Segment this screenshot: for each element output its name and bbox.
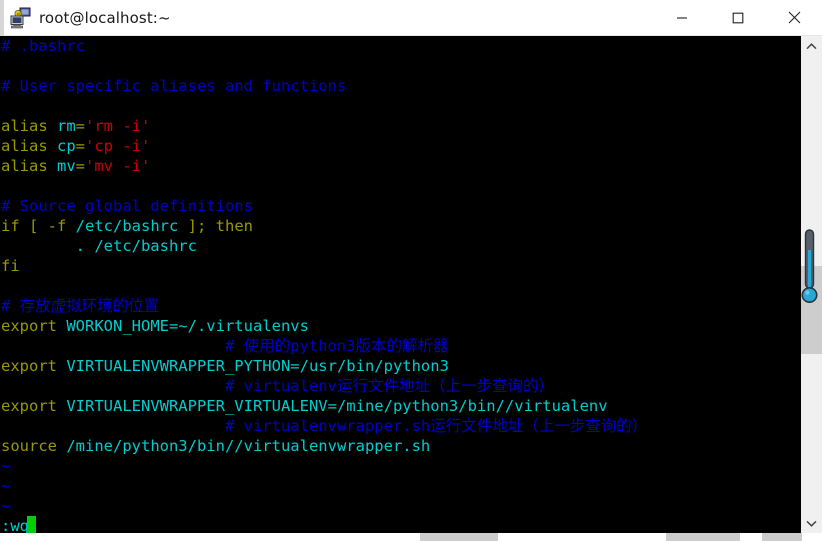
terminal-line: fi: [0, 256, 800, 276]
terminal-line: ~: [0, 456, 800, 476]
terminal-span: 'cp -i': [85, 137, 151, 155]
chevron-down-icon: [806, 520, 817, 527]
vertical-scrollbar-track[interactable]: [801, 56, 822, 513]
vim-command-text: :wq: [1, 517, 29, 533]
terminal-span: WORKON_HOME=~/.virtualenvs: [66, 317, 309, 335]
terminal-span: =: [75, 117, 86, 135]
terminal-line: # 使用的python3版本的解析器: [0, 336, 800, 356]
terminal-span: /mine/python3/bin//virtualenvwrapper.sh: [66, 437, 431, 455]
terminal-span: then: [215, 217, 253, 235]
terminal-span: if: [1, 217, 29, 235]
terminal-line: export WORKON_HOME=~/.virtualenvs: [0, 316, 800, 336]
terminal-span: ~: [1, 477, 11, 495]
terminal-span: # Source global definitions: [1, 197, 253, 215]
terminal-line: source /mine/python3/bin//virtualenvwrap…: [0, 436, 800, 456]
terminal-span: # 存放虚拟环境的位置: [1, 297, 160, 315]
terminal-span: [1, 417, 225, 435]
maximize-button[interactable]: [710, 0, 766, 36]
terminal-span: [1, 237, 76, 255]
terminal-span: VIRTUALENVWRAPPER_PYTHON=/usr/bin/python…: [66, 357, 449, 375]
terminal-span: # 使用的python3版本的解析器: [224, 337, 449, 355]
terminal-span: cp: [57, 137, 76, 155]
minimize-button[interactable]: [654, 0, 710, 36]
terminal-line: # User specific aliases and functions: [0, 76, 800, 96]
terminal-span: =: [75, 157, 86, 175]
terminal-span: /etc/bashrc: [75, 217, 179, 235]
terminal-span: export: [1, 357, 67, 375]
terminal-span: # .bashrc: [1, 37, 85, 55]
terminal-span: [1, 377, 225, 395]
terminal-span: alias: [1, 117, 57, 135]
terminal-line: alias rm='rm -i': [0, 116, 800, 136]
terminal-span: ];: [178, 217, 216, 235]
terminal-line: . /etc/bashrc: [0, 236, 800, 256]
terminal-span: 'rm -i': [85, 117, 151, 135]
terminal-span: alias: [1, 137, 57, 155]
terminal-line: ~: [0, 496, 800, 516]
scroll-down-button[interactable]: [801, 513, 822, 533]
window-title: root@localhost:~: [39, 8, 171, 27]
terminal-span: =: [75, 137, 86, 155]
horizontal-scrollbar-segment[interactable]: [762, 533, 802, 541]
putty-computer-icon: [10, 7, 31, 28]
terminal-line: alias cp='cp -i': [0, 136, 800, 156]
terminal-line: # virtualenv运行文件地址（上一步查询的）: [0, 376, 800, 396]
vim-command-line[interactable]: :wq: [0, 516, 800, 533]
terminal-span: # virtualenvwrapper.sh运行文件地址（上一步查询的）: [224, 417, 648, 435]
terminal-span: # virtualenv运行文件地址（上一步查询的）: [224, 377, 554, 395]
close-icon: [788, 11, 800, 24]
terminal-line: alias mv='mv -i': [0, 156, 800, 176]
terminal-span: alias: [1, 157, 57, 175]
terminal-line: # 存放虚拟环境的位置: [0, 296, 800, 316]
vertical-scrollbar[interactable]: [800, 36, 822, 533]
terminal-span: fi: [1, 257, 20, 275]
terminal-line: ~: [0, 476, 800, 496]
terminal-span: mv: [57, 157, 76, 175]
minimize-icon: [677, 16, 687, 19]
terminal-span: 'mv -i': [85, 157, 151, 175]
terminal-span: rm: [57, 117, 76, 135]
terminal-span: ~: [1, 457, 11, 475]
terminal-span: ~: [1, 497, 11, 515]
terminal-span: export: [1, 397, 67, 415]
terminal-span: . /etc/bashrc: [75, 237, 197, 255]
terminal-cursor: [27, 516, 36, 533]
terminal-span: export: [1, 317, 67, 335]
terminal-text-buffer: # .bashrc # User specific aliases and fu…: [0, 36, 800, 533]
terminal-screen[interactable]: # .bashrc # User specific aliases and fu…: [0, 36, 800, 533]
chevron-up-icon: [806, 42, 817, 49]
horizontal-scrollbar[interactable]: [0, 533, 822, 541]
putty-terminal-window: root@localhost:~ # .bashrc # User specif…: [0, 0, 822, 541]
terminal-span: VIRTUALENVWRAPPER_VIRTUALENV=/mine/pytho…: [66, 397, 608, 415]
window-controls: [654, 0, 822, 36]
window-titlebar[interactable]: root@localhost:~: [0, 0, 822, 36]
terminal-span: [1, 337, 225, 355]
terminal-line: export VIRTUALENVWRAPPER_VIRTUALENV=/min…: [0, 396, 800, 416]
maximize-icon: [732, 12, 744, 23]
terminal-span: # User specific aliases and functions: [1, 77, 347, 95]
terminal-line: if [ -f /etc/bashrc ]; then: [0, 216, 800, 236]
scroll-up-button[interactable]: [801, 36, 822, 56]
vertical-scrollbar-thumb[interactable]: [801, 266, 822, 354]
horizontal-scrollbar-segment[interactable]: [666, 533, 740, 541]
horizontal-scrollbar-segment[interactable]: [420, 533, 498, 541]
terminal-line: # .bashrc: [0, 36, 800, 56]
terminal-line: # virtualenvwrapper.sh运行文件地址（上一步查询的）: [0, 416, 800, 436]
titlebar-left-edge: [0, 0, 4, 36]
terminal-line: # Source global definitions: [0, 196, 800, 216]
terminal-line: export VIRTUALENVWRAPPER_PYTHON=/usr/bin…: [0, 356, 800, 376]
close-button[interactable]: [766, 0, 822, 36]
terminal-span: [ -f: [29, 217, 76, 235]
terminal-span: source: [1, 437, 67, 455]
